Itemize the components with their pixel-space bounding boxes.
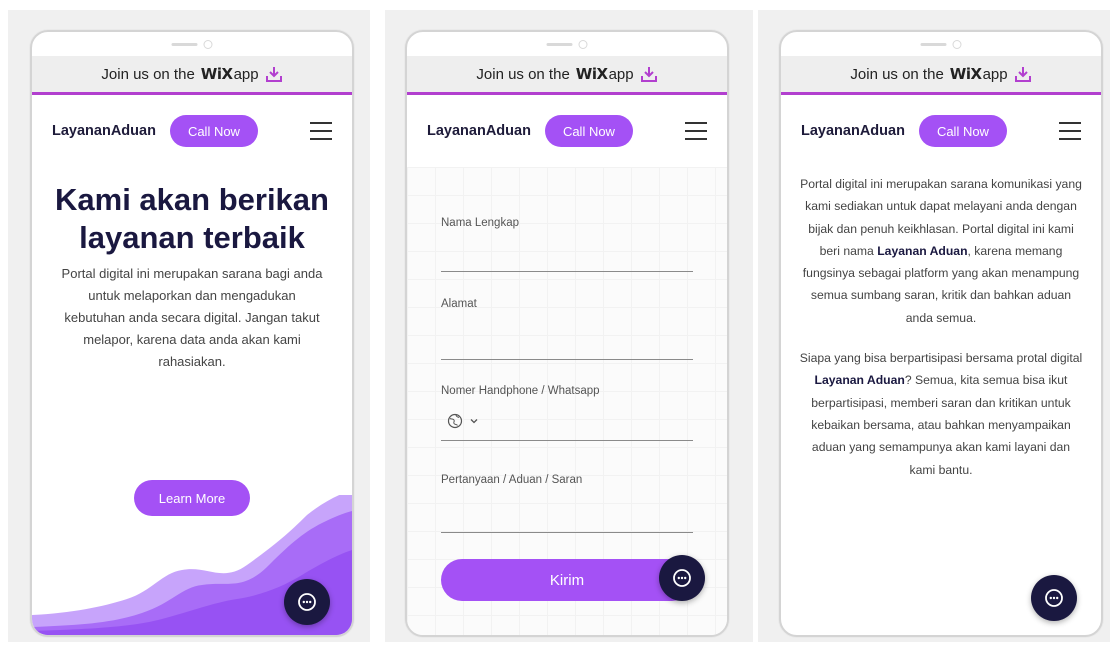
site-brand[interactable]: LayananAduan xyxy=(52,123,156,139)
address-field[interactable]: Alamat xyxy=(441,272,693,362)
contact-form: Nama Lengkap Alamat Nomer Handphone / Wh… xyxy=(407,167,727,635)
country-code-select[interactable] xyxy=(447,413,479,429)
wix-banner[interactable]: Join us on the WiX app xyxy=(32,56,352,95)
address-label: Alamat xyxy=(441,298,477,310)
phone-input[interactable] xyxy=(441,440,693,441)
about-highlight: Layanan Aduan xyxy=(877,243,968,258)
wix-banner-text: Join us on the xyxy=(476,65,570,83)
phone-frame-form: Join us on the WiX app LayananAduan Call … xyxy=(405,30,729,637)
menu-icon[interactable] xyxy=(1059,122,1081,140)
call-now-button[interactable]: Call Now xyxy=(169,115,258,147)
about-paragraph-1: Portal digital ini merupakan sarana komu… xyxy=(799,173,1083,329)
chevron-down-icon xyxy=(470,419,478,424)
name-label: Nama Lengkap xyxy=(441,217,519,229)
wix-logo: WiX xyxy=(949,65,982,83)
call-now-button[interactable]: Call Now xyxy=(918,115,1007,147)
chat-button[interactable] xyxy=(659,555,705,601)
message-label: Pertanyaan / Aduan / Saran xyxy=(441,474,583,486)
wix-app-text: app xyxy=(982,65,1008,83)
about-text: Siapa yang bisa berpartisipasi bersama p… xyxy=(799,351,1083,366)
site-brand[interactable]: LayananAduan xyxy=(801,123,905,139)
chat-icon xyxy=(298,593,316,611)
wix-banner-text: Join us on the xyxy=(850,65,944,83)
download-icon[interactable] xyxy=(1014,65,1032,83)
phone-field[interactable]: Nomer Handphone / Whatsapp xyxy=(441,362,693,452)
wix-banner[interactable]: Join us on the WiX app xyxy=(781,56,1101,95)
site-header: LayananAduan Call Now xyxy=(407,95,727,167)
wix-banner-text: Join us on the xyxy=(101,65,195,83)
wix-app-text: app xyxy=(608,65,634,83)
site-header: LayananAduan Call Now xyxy=(781,95,1101,167)
phone-notch xyxy=(546,39,588,49)
phone-notch xyxy=(171,39,213,49)
chat-button[interactable] xyxy=(284,579,330,625)
download-icon[interactable] xyxy=(640,65,658,83)
message-field[interactable]: Pertanyaan / Aduan / Saran xyxy=(441,452,693,552)
submit-button[interactable]: Kirim xyxy=(441,559,693,601)
wix-logo: WiX xyxy=(200,65,233,83)
about-content: Portal digital ini merupakan sarana komu… xyxy=(781,167,1101,635)
chat-button[interactable] xyxy=(1031,575,1077,621)
globe-icon xyxy=(447,413,463,429)
wix-banner[interactable]: Join us on the WiX app xyxy=(407,56,727,95)
site-brand[interactable]: LayananAduan xyxy=(427,123,531,139)
phone-frame-about: Join us on the WiX app LayananAduan Call … xyxy=(779,30,1103,637)
address-input[interactable] xyxy=(441,359,693,360)
home-content: Kami akan berikan layanan terbaik Portal… xyxy=(32,167,352,635)
site-header: LayananAduan Call Now xyxy=(32,95,352,167)
chat-icon xyxy=(673,569,691,587)
about-paragraph-2: Siapa yang bisa berpartisipasi bersama p… xyxy=(799,347,1083,481)
about-highlight: Layanan Aduan xyxy=(814,373,905,388)
phone-notch xyxy=(920,39,962,49)
chat-icon xyxy=(1045,589,1063,607)
download-icon[interactable] xyxy=(265,65,283,83)
wix-logo: WiX xyxy=(575,65,608,83)
hero-title: Kami akan berikan layanan terbaik xyxy=(55,182,329,255)
wix-app-text: app xyxy=(233,65,259,83)
menu-icon[interactable] xyxy=(310,122,332,140)
phone-frame-home: Join us on the WiX app LayananAduan Call … xyxy=(30,30,354,637)
call-now-button[interactable]: Call Now xyxy=(544,115,633,147)
about-text: ? Semua, kita semua bisa ikut berpartisi… xyxy=(811,373,1071,477)
message-input[interactable] xyxy=(441,532,693,533)
menu-icon[interactable] xyxy=(685,122,707,140)
phone-label: Nomer Handphone / Whatsapp xyxy=(441,385,600,397)
hero-text: Portal digital ini merupakan sarana bagi… xyxy=(61,266,323,369)
